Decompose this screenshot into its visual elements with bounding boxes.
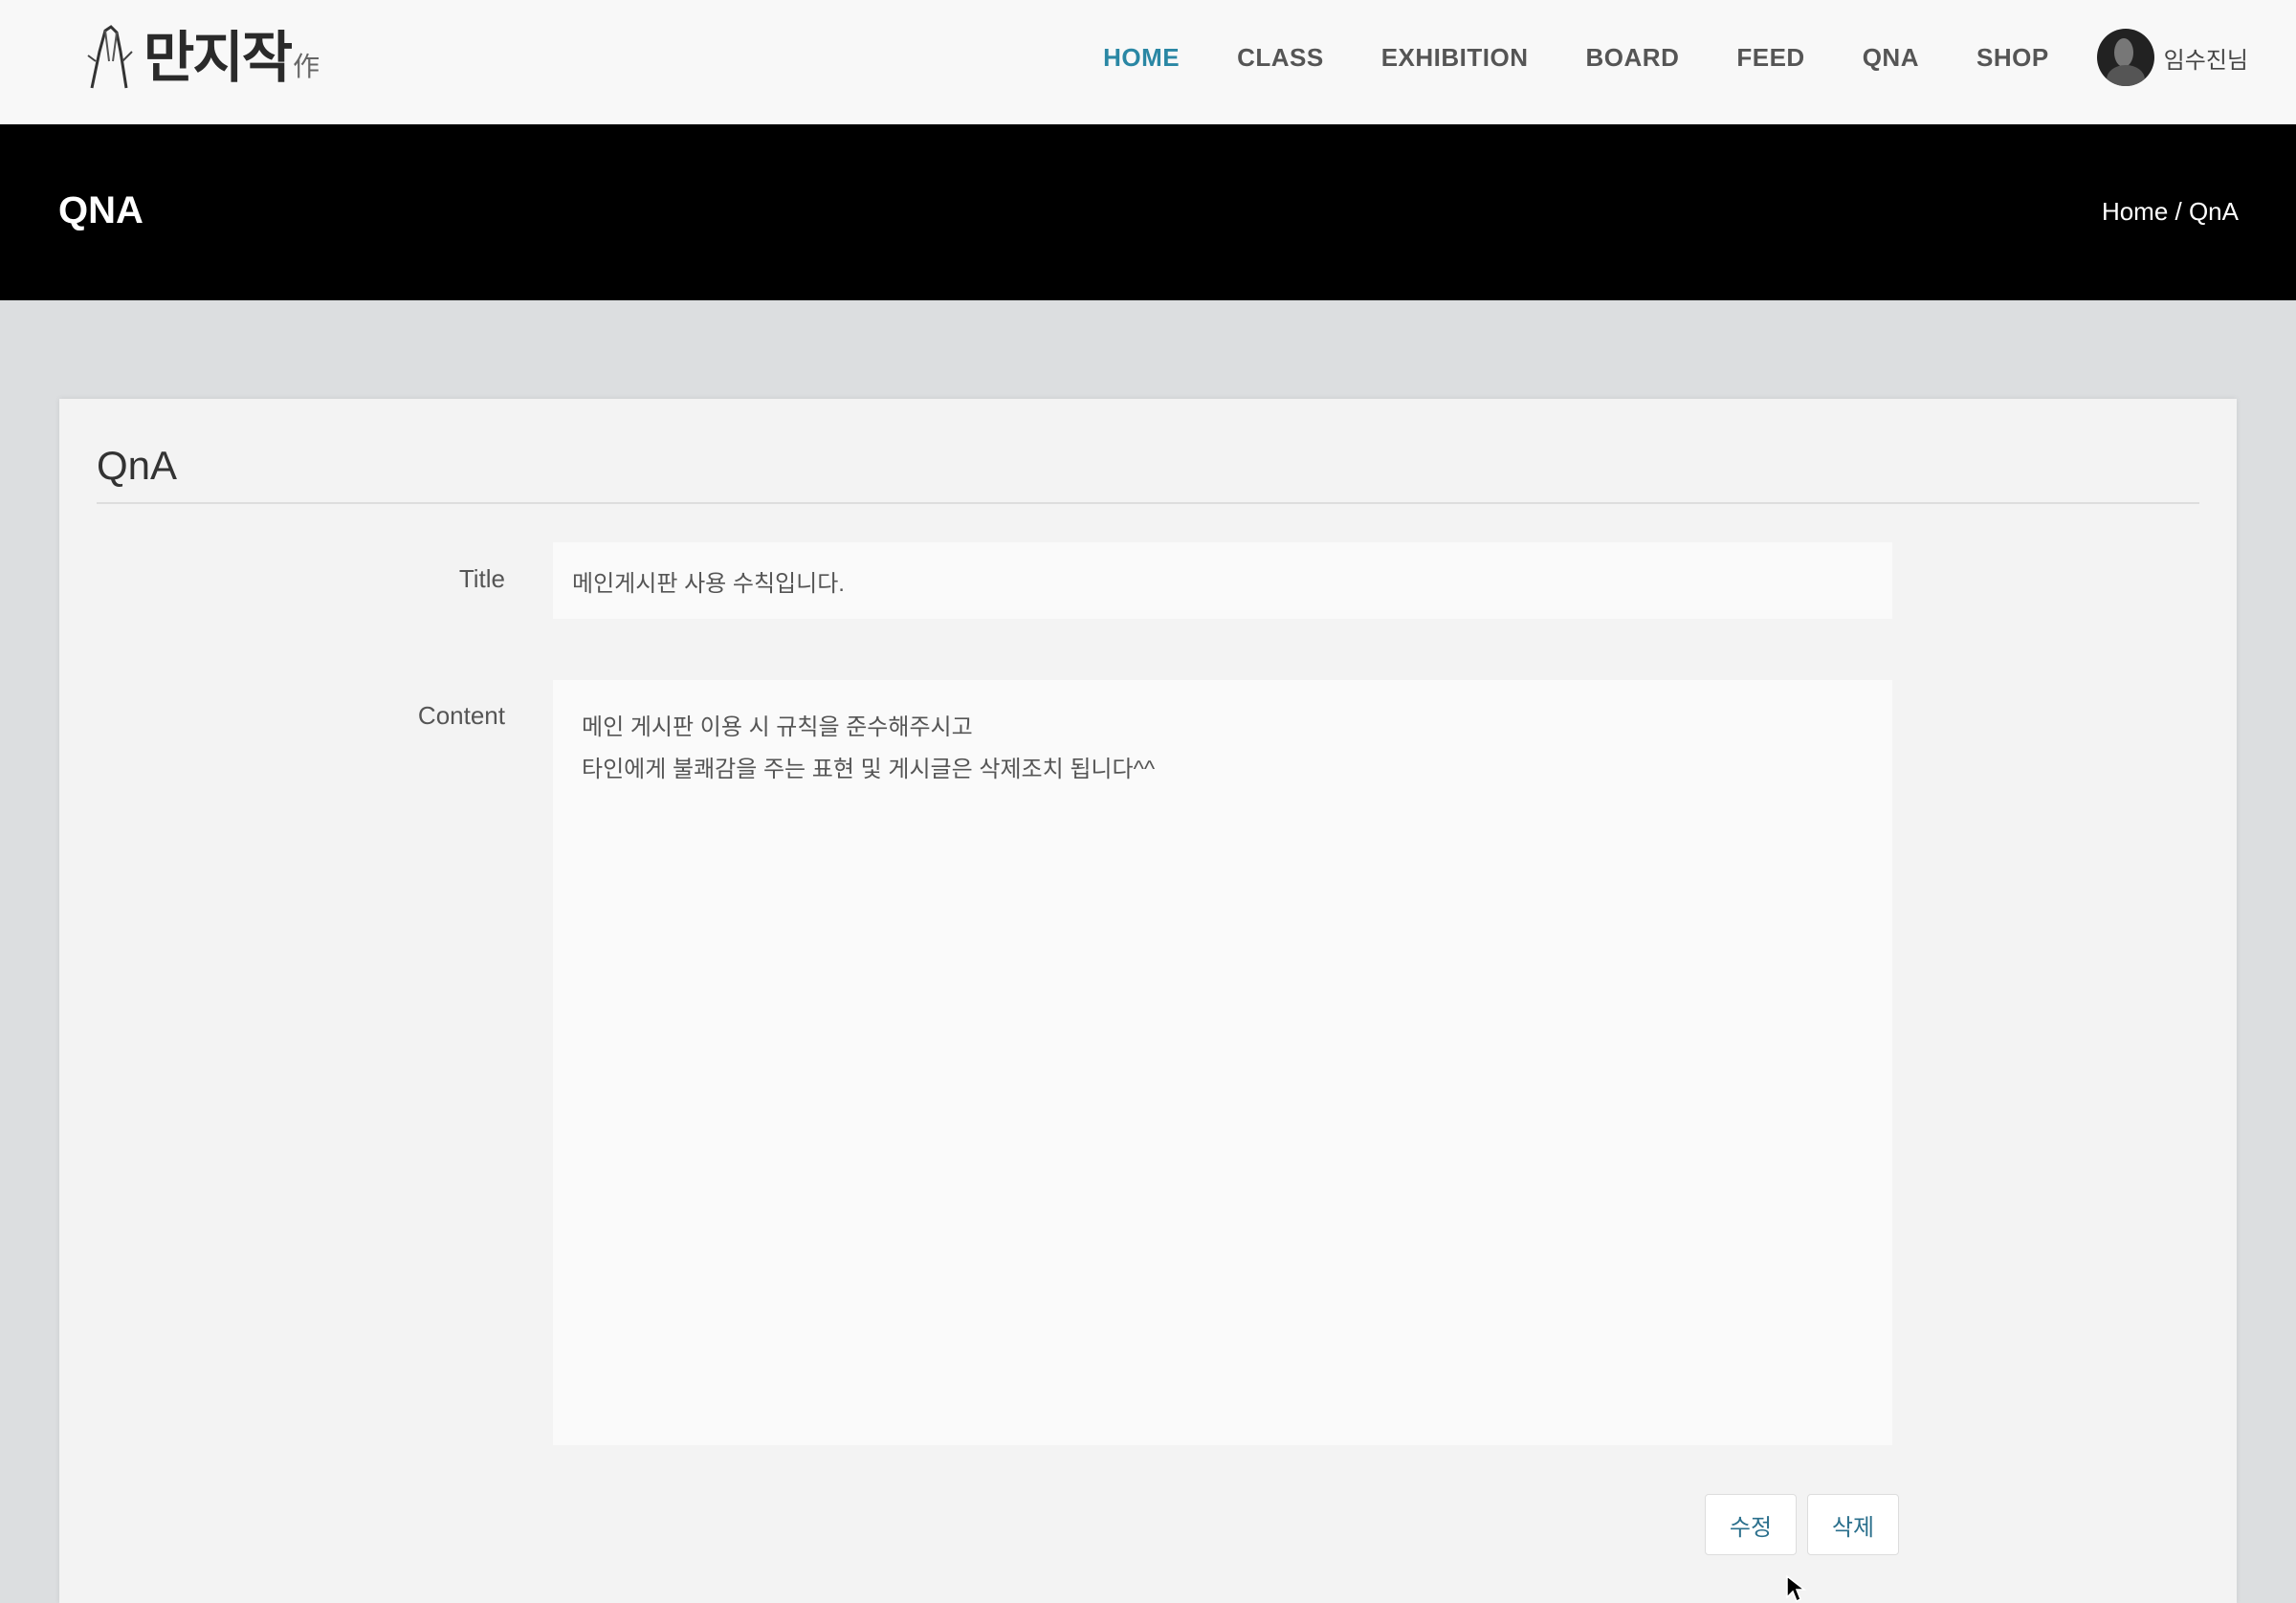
site-logo[interactable]: 만지작 作	[82, 19, 320, 96]
nav-board[interactable]: BOARD	[1586, 43, 1680, 73]
nav-class[interactable]: CLASS	[1237, 43, 1324, 73]
qna-panel: QnA Title Content 메인 게시판 이용 시 규칙을 준수해주시고…	[59, 399, 2237, 1603]
edit-button[interactable]: 수정	[1705, 1494, 1797, 1555]
content-line: 메인 게시판 이용 시 규칙을 준수해주시고	[582, 714, 973, 740]
content-label: Content	[417, 701, 505, 730]
content-textarea[interactable]: 메인 게시판 이용 시 규칙을 준수해주시고 타인에게 불쾌감을 주는 표현 및…	[553, 680, 1892, 1445]
nav-qna[interactable]: QNA	[1863, 43, 1919, 73]
site-header: 만지작 作 HOME CLASS EXHIBITION BOARD FEED Q…	[0, 0, 2296, 124]
avatar[interactable]	[2096, 29, 2154, 86]
title-label: Title	[458, 564, 505, 593]
nav-feed[interactable]: FEED	[1736, 43, 1804, 73]
praying-hands-icon	[87, 25, 133, 89]
panel-divider	[97, 502, 2199, 504]
logo-text: 만지작	[144, 25, 293, 90]
page-banner: QNA Home / QnA	[0, 124, 2296, 300]
user-menu[interactable]: 임수진님	[2096, 29, 2248, 86]
page-title: QNA	[58, 189, 144, 231]
nav-home[interactable]: HOME	[1103, 43, 1180, 73]
content-line: 타인에게 불쾌감을 주는 표현 및 게시글은 삭제조치 됩니다^^	[582, 757, 1156, 782]
breadcrumb: Home / QnA	[2101, 197, 2239, 226]
delete-button[interactable]: 삭제	[1807, 1494, 1899, 1555]
nav-shop[interactable]: SHOP	[1976, 43, 2049, 73]
nav-exhibition[interactable]: EXHIBITION	[1381, 43, 1529, 73]
logo-sub-text: 作	[293, 51, 320, 82]
title-input[interactable]	[553, 542, 1892, 619]
main-nav: HOME CLASS EXHIBITION BOARD FEED QNA SHO…	[1103, 0, 2296, 115]
mouse-cursor-icon	[1786, 1574, 1806, 1603]
panel-title: QnA	[97, 443, 178, 488]
user-name[interactable]: 임수진님	[2164, 41, 2248, 75]
